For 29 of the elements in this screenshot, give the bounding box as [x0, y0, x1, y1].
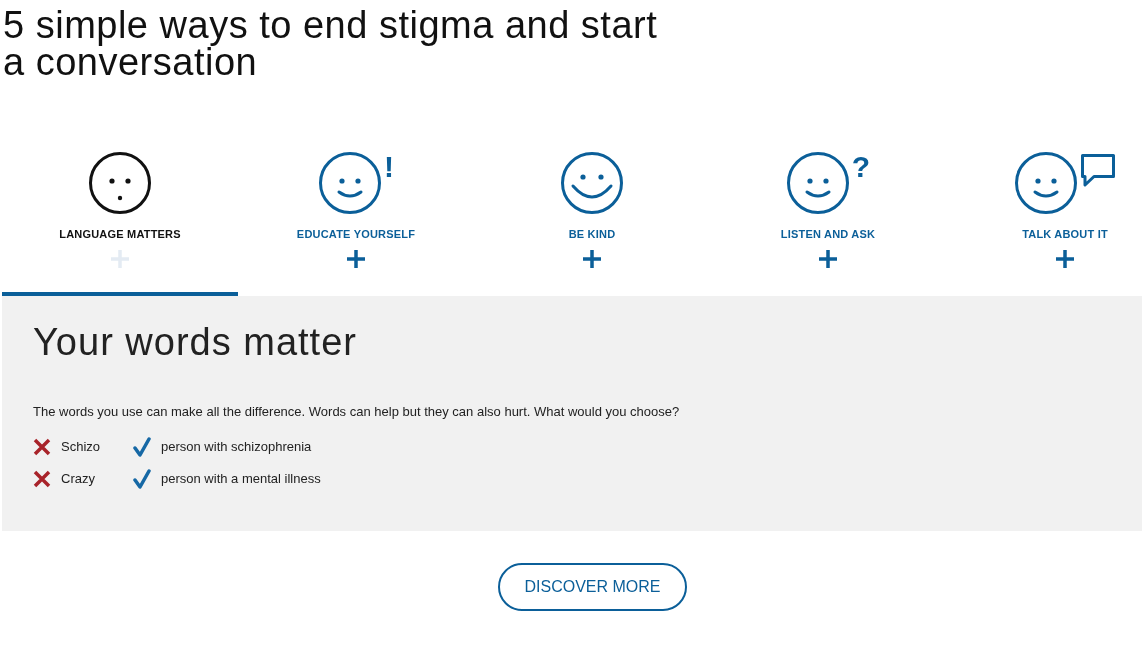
plus-icon	[347, 250, 365, 268]
check-icon	[133, 469, 151, 489]
plus-icon	[819, 250, 837, 268]
plus-icon	[1056, 250, 1074, 268]
badge-mark: !	[384, 152, 394, 182]
preferred-phrase: person with schizophrenia	[161, 438, 312, 457]
panel-text: The words you use can make all the difference. Words can help but they can also hurt. What would you choose?	[33, 403, 681, 421]
plus-icon	[111, 250, 129, 268]
tab[interactable]: ! EDUCATE YOURSELF	[238, 140, 474, 296]
avoid-word: Crazy	[61, 470, 96, 489]
smiley-face-icon	[785, 151, 850, 215]
smiley-face-icon	[1014, 151, 1078, 215]
speech-bubble-icon	[1080, 153, 1116, 188]
badge-mark: ?	[851, 152, 871, 182]
cross-icon	[33, 470, 51, 488]
preferred-phrase: person with a mental illness	[161, 470, 321, 489]
tab[interactable]: BE KIND	[474, 140, 710, 296]
avoid-word: Schizo	[61, 438, 102, 457]
neutral-face-icon	[88, 151, 152, 215]
tab[interactable]: TALK ABOUT IT	[946, 140, 1142, 296]
page-title: 5 simple ways to end stigma and start a conversation	[3, 7, 659, 81]
tab[interactable]: ? LISTEN AND ASK	[710, 140, 946, 296]
plus-icon	[583, 250, 601, 268]
discover-more-button[interactable]: DISCOVER MORE	[498, 563, 687, 611]
grinning-face-icon	[560, 151, 624, 215]
panel-heading: Your words matter	[33, 320, 358, 364]
cross-icon	[33, 438, 51, 456]
check-icon	[133, 437, 151, 457]
smiley-face-icon	[318, 151, 382, 215]
